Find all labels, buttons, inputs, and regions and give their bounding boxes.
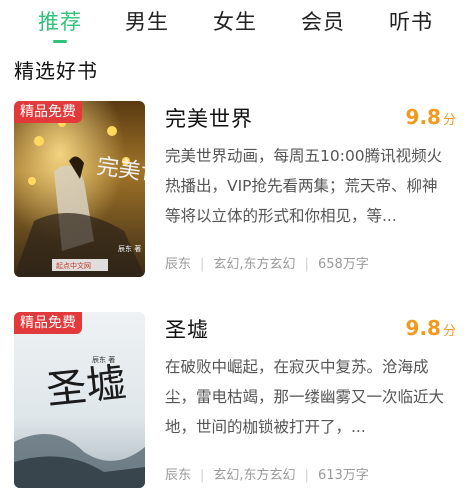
cover-author-text: 辰东 著: [92, 355, 115, 364]
free-badge: 精品免费: [14, 101, 82, 123]
score-value: 9.8: [405, 316, 441, 340]
book-card[interactable]: 完美世界 辰东 著 起点中文网 精品免费 完美世界 9.8 分 完美世界动画，每周…: [0, 101, 470, 281]
free-badge: 精品免费: [14, 312, 82, 334]
score-value: 9.8: [405, 105, 441, 129]
book-category: 玄幻,东方玄幻: [213, 257, 296, 272]
divider: |: [304, 468, 309, 483]
cover-art-image: 圣墟 辰东 著: [14, 312, 145, 488]
cover-publisher-text: 起点中文网: [56, 261, 91, 270]
tab-vip[interactable]: 会员: [301, 6, 345, 36]
divider: |: [304, 257, 309, 272]
active-tab-indicator: [53, 40, 67, 43]
tab-male[interactable]: 男生: [125, 6, 169, 36]
book-title[interactable]: 圣墟: [165, 314, 209, 344]
tab-recommend[interactable]: 推荐: [38, 6, 82, 36]
score-unit: 分: [442, 113, 456, 128]
book-cover[interactable]: 完美世界 辰东 著 起点中文网 精品免费: [14, 101, 145, 277]
book-card[interactable]: 圣墟 辰东 著 精品免费 圣墟 9.8 分 在破败中崛起，在寂灭中复苏。沧海成尘，…: [0, 312, 470, 492]
book-description: 完美世界动画，每周五10:00腾讯视频火热播出，VIP抢先看两集；荒天帝、柳神等…: [165, 147, 443, 225]
tab-audiobook[interactable]: 听书: [389, 6, 433, 36]
book-score: 9.8 分: [406, 105, 456, 129]
book-word-count: 658万字: [317, 257, 369, 272]
score-unit: 分: [442, 324, 456, 339]
book-category: 玄幻,东方玄幻: [213, 468, 296, 483]
book-author: 辰东: [165, 468, 192, 483]
book-title[interactable]: 完美世界: [165, 103, 253, 133]
tab-female[interactable]: 女生: [213, 6, 257, 36]
divider: |: [200, 468, 205, 483]
divider: |: [200, 257, 205, 272]
cover-author-text: 辰东 著: [118, 244, 141, 253]
book-description: 在破败中崛起，在寂灭中复苏。沧海成尘，雷电枯竭，那一缕幽雾又一次临近大地，世间的…: [165, 358, 445, 436]
book-score: 9.8 分: [406, 316, 456, 340]
top-tab-bar: 推荐 男生 女生 会员 听书: [0, 0, 470, 44]
section-title: 精选好书: [14, 59, 98, 83]
book-cover[interactable]: 圣墟 辰东 著 精品免费: [14, 312, 145, 488]
book-meta: 辰东 | 玄幻,东方玄幻 | 658万字: [165, 253, 369, 272]
book-word-count: 613万字: [317, 468, 369, 483]
cover-title-text: 圣墟: [44, 360, 128, 414]
book-meta: 辰东 | 玄幻,东方玄幻 | 613万字: [165, 464, 369, 483]
cover-art-image: 完美世界 辰东 著 起点中文网: [14, 101, 145, 277]
book-author: 辰东: [165, 257, 192, 272]
